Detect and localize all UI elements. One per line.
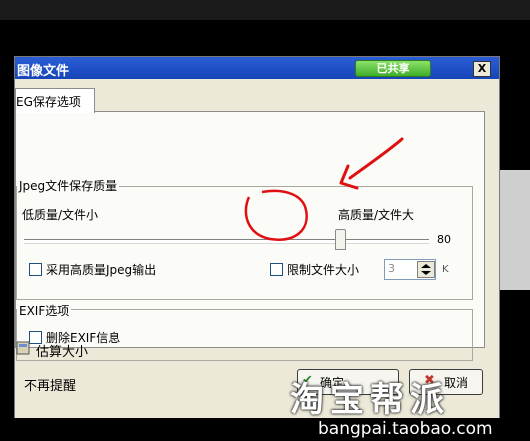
tab-label: EG保存选项 xyxy=(16,95,81,109)
tab-jpeg-save-options[interactable]: EG保存选项 xyxy=(15,88,95,113)
watermark-url: bangpai.taobao.com xyxy=(318,419,493,439)
red-circle-icon xyxy=(244,189,308,241)
taobao-bangpai-logo: 淘宝帮派 xyxy=(290,380,450,420)
red-arrow-icon xyxy=(348,137,404,180)
